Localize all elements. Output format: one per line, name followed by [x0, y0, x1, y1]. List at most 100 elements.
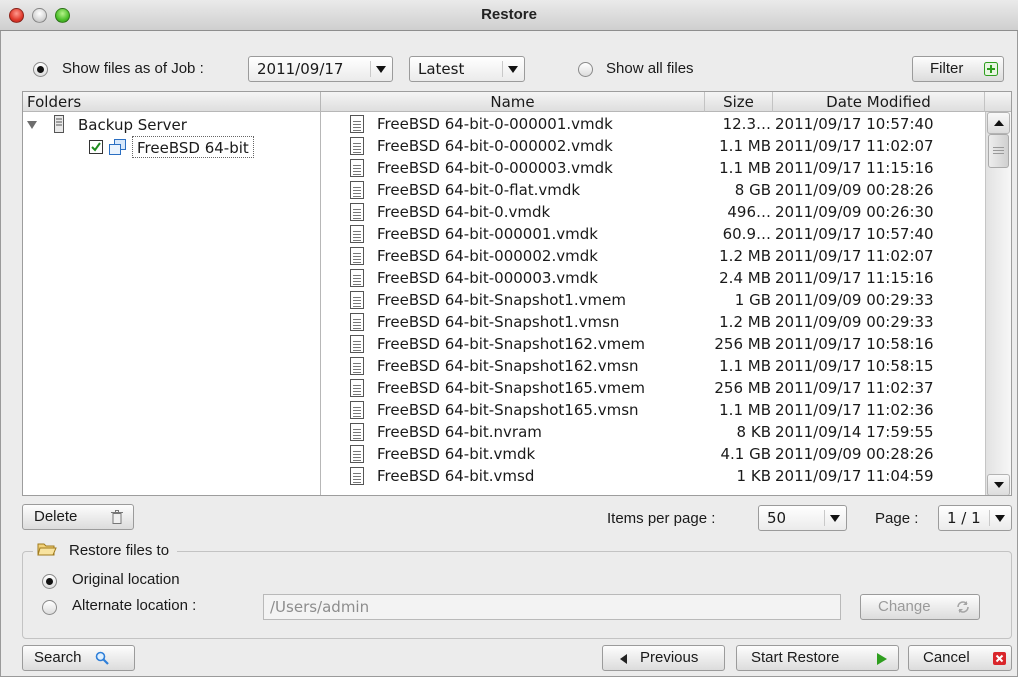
document-icon [350, 203, 364, 221]
previous-button-label: Previous [640, 649, 699, 666]
trash-icon [111, 510, 123, 524]
page-value: 1 / 1 [947, 509, 981, 527]
file-date-modified: 2011/09/14 17:59:55 [775, 423, 934, 441]
file-name: FreeBSD 64-bit-000003.vmdk [377, 269, 598, 287]
document-icon [350, 445, 364, 463]
file-row[interactable]: FreeBSD 64-bit.vmsd 1 KB 2011/09/17 11:04:… [321, 465, 985, 487]
file-date-modified: 2011/09/17 11:15:16 [775, 159, 934, 177]
file-size: 1.1 MB [719, 401, 771, 419]
file-row[interactable]: FreeBSD 64-bit-Snapshot162.vmsn 1.1 MB 201… [321, 355, 985, 377]
column-header-corner [985, 92, 1011, 112]
file-row[interactable]: FreeBSD 64-bit-0-000002.vmdk 1.1 MB 2011/0… [321, 135, 985, 157]
filter-button[interactable]: Filter [912, 56, 1004, 82]
file-date-modified: 2011/09/17 10:58:15 [775, 357, 934, 375]
original-location-radio[interactable] [42, 574, 57, 589]
file-size: 12.3… [722, 115, 771, 133]
file-row[interactable]: FreeBSD 64-bit-0-000001.vmdk 12.3… 2011/09… [321, 113, 985, 135]
alternate-location-path: /Users/admin [270, 598, 370, 616]
folder-open-icon [37, 543, 57, 556]
plus-icon [984, 62, 998, 76]
document-icon [350, 137, 364, 155]
job-date-value: 2011/09/17 [257, 60, 344, 78]
previous-button[interactable]: Previous [602, 645, 725, 671]
file-date-modified: 2011/09/17 10:58:16 [775, 335, 934, 353]
file-size: 8 GB [734, 181, 771, 199]
file-size: 1.1 MB [719, 357, 771, 375]
file-row[interactable]: FreeBSD 64-bit-Snapshot1.vmsn 1.2 MB 2011/… [321, 311, 985, 333]
file-size: 4.1 GB [720, 445, 771, 463]
alternate-location-field[interactable]: /Users/admin [263, 594, 841, 620]
file-row[interactable]: FreeBSD 64-bit-Snapshot1.vmem 1 GB 2011/09… [321, 289, 985, 311]
document-icon [350, 247, 364, 265]
file-row[interactable]: FreeBSD 64-bit-Snapshot165.vmem 256 MB 201… [321, 377, 985, 399]
disclosure-triangle-icon[interactable] [27, 121, 37, 129]
file-row[interactable]: FreeBSD 64-bit-0.vmdk 496… 2011/09/09 00:2… [321, 201, 985, 223]
file-row[interactable]: FreeBSD 64-bit-Snapshot162.vmem 256 MB 201… [321, 333, 985, 355]
file-row[interactable]: FreeBSD 64-bit-Snapshot165.vmsn 1.1 MB 201… [321, 399, 985, 421]
start-restore-button[interactable]: Start Restore [736, 645, 899, 671]
start-restore-button-label: Start Restore [751, 649, 840, 666]
tree-node-backup-server[interactable]: Backup Server [23, 114, 320, 136]
file-name: FreeBSD 64-bit.vmdk [377, 445, 536, 463]
tree-node-freebsd-64-bit[interactable]: FreeBSD 64-bit [89, 136, 289, 158]
restore-files-to-label: Restore files to [69, 542, 170, 559]
column-header-date-modified[interactable]: Date Modified [773, 92, 985, 112]
show-all-files-radio[interactable] [578, 62, 593, 77]
magnifier-icon [95, 651, 109, 665]
browse-pane: Folders Backup Server FreeBSD 64-bit Nam… [22, 91, 1012, 496]
tree-node-label: FreeBSD 64-bit [132, 136, 254, 158]
column-header-name[interactable]: Name [321, 92, 705, 112]
file-row[interactable]: FreeBSD 64-bit.nvram 8 KB 2011/09/14 17:59… [321, 421, 985, 443]
file-row[interactable]: FreeBSD 64-bit.vmdk 4.1 GB 2011/09/09 00:2… [321, 443, 985, 465]
arrow-left-icon [620, 654, 627, 664]
document-icon [350, 269, 364, 287]
delete-button-label: Delete [34, 508, 78, 525]
checkbox-checked-icon[interactable] [89, 140, 103, 154]
file-date-modified: 2011/09/17 11:02:07 [775, 247, 934, 265]
document-icon [350, 335, 364, 353]
document-icon [350, 313, 364, 331]
refresh-icon [957, 601, 969, 613]
original-location-label: Original location [72, 571, 180, 588]
file-row[interactable]: FreeBSD 64-bit-0-000003.vmdk 1.1 MB 2011/0… [321, 157, 985, 179]
folders-header-label: Folders [27, 93, 82, 111]
file-name: FreeBSD 64-bit.vmsd [377, 467, 535, 485]
scroll-thumb[interactable] [988, 134, 1009, 168]
play-icon [877, 653, 887, 665]
cancel-button-label: Cancel [923, 649, 970, 666]
file-name: FreeBSD 64-bit-Snapshot162.vmem [377, 335, 646, 353]
file-date-modified: 2011/09/09 00:26:30 [775, 203, 934, 221]
cancel-button[interactable]: Cancel [908, 645, 1012, 671]
file-size: 1 KB [736, 467, 771, 485]
folders-header: Folders [23, 92, 321, 112]
scroll-down-button[interactable] [987, 474, 1010, 495]
page-select[interactable]: 1 / 1 [938, 505, 1012, 531]
file-size: 1 GB [734, 291, 771, 309]
change-button-label: Change [878, 598, 931, 615]
items-per-page-value: 50 [767, 509, 787, 527]
close-icon [993, 652, 1006, 665]
show-files-as-of-job-radio[interactable] [33, 62, 48, 77]
alternate-location-radio[interactable] [42, 600, 57, 615]
file-row[interactable]: FreeBSD 64-bit-000001.vmdk 60.9… 2011/09/1… [321, 223, 985, 245]
document-icon [350, 115, 364, 133]
delete-button[interactable]: Delete [22, 504, 134, 530]
change-location-button[interactable]: Change [860, 594, 980, 620]
job-version-select[interactable]: Latest [409, 56, 525, 82]
virtual-machine-icon [109, 139, 126, 155]
column-header-size[interactable]: Size [705, 92, 773, 112]
scroll-up-button[interactable] [987, 112, 1010, 134]
file-size: 1.1 MB [719, 159, 771, 177]
file-row[interactable]: FreeBSD 64-bit-000002.vmdk 1.2 MB 2011/09/… [321, 245, 985, 267]
file-row[interactable]: FreeBSD 64-bit-0-flat.vmdk 8 GB 2011/09/09… [321, 179, 985, 201]
column-header-label: Date Modified [826, 93, 931, 111]
job-date-select[interactable]: 2011/09/17 [248, 56, 393, 82]
vertical-scrollbar[interactable] [985, 112, 1011, 495]
restore-files-to-group: Restore files to Original location Alter… [22, 541, 1012, 639]
file-date-modified: 2011/09/17 11:02:07 [775, 137, 934, 155]
page-label: Page : [875, 510, 919, 527]
file-size: 1.1 MB [719, 137, 771, 155]
search-button[interactable]: Search [22, 645, 135, 671]
file-row[interactable]: FreeBSD 64-bit-000003.vmdk 2.4 MB 2011/09/… [321, 267, 985, 289]
items-per-page-select[interactable]: 50 [758, 505, 847, 531]
